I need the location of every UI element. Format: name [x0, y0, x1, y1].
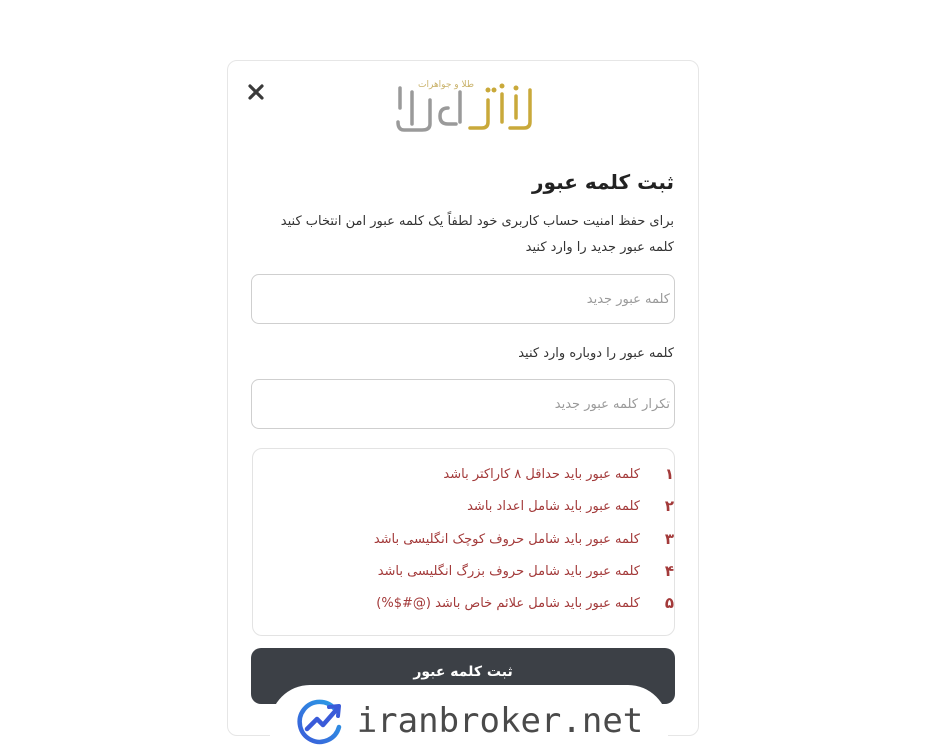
logo-tagline: طلا و جواهرات: [418, 80, 474, 90]
close-icon: [248, 84, 264, 100]
rule-text: کلمه عبور باید حداقل ۸ کاراکتر باشد: [443, 466, 640, 482]
rule-item: ۵ کلمه عبور باید شامل علائم خاص باشد (@#…: [376, 594, 674, 612]
rule-item: ۳ کلمه عبور باید شامل حروف کوچک انگلیسی …: [374, 530, 674, 548]
rule-item: ۱ کلمه عبور باید حداقل ۸ کاراکتر باشد: [443, 465, 674, 483]
rule-text: کلمه عبور باید شامل حروف بزرگ انگلیسی با…: [377, 563, 640, 579]
repeat-password-input[interactable]: [251, 379, 675, 429]
rule-number: ۲: [664, 497, 674, 515]
rule-item: ۴ کلمه عبور باید شامل حروف بزرگ انگلیسی …: [378, 562, 674, 580]
watermark-text: iranbroker.net: [356, 700, 644, 741]
rule-item: ۲ کلمه عبور باید شامل اعداد باشد: [467, 497, 674, 515]
repeat-password-label: کلمه عبور را دوباره وارد کنید: [518, 346, 674, 361]
dialog-description: برای حفظ امنیت حساب کاربری خود لطفاً یک …: [280, 214, 674, 229]
rule-number: ۱: [664, 465, 674, 483]
watermark: iranbroker.net: [270, 685, 668, 756]
rule-text: کلمه عبور باید شامل حروف کوچک انگلیسی با…: [373, 531, 640, 547]
rule-number: ۳: [664, 530, 674, 548]
new-password-input[interactable]: [251, 274, 675, 324]
page-title: ثبت کلمه عبور: [532, 170, 674, 194]
rule-text: کلمه عبور باید شامل اعداد باشد: [467, 498, 640, 514]
new-password-label: کلمه عبور جدید را وارد کنید: [525, 240, 674, 255]
rule-number: ۴: [664, 562, 674, 580]
chart-growth-icon: [297, 699, 341, 744]
rule-number: ۵: [664, 594, 674, 612]
close-button[interactable]: [244, 80, 268, 104]
rule-text: کلمه عبور باید شامل علائم خاص باشد (@#$%…: [376, 595, 640, 611]
